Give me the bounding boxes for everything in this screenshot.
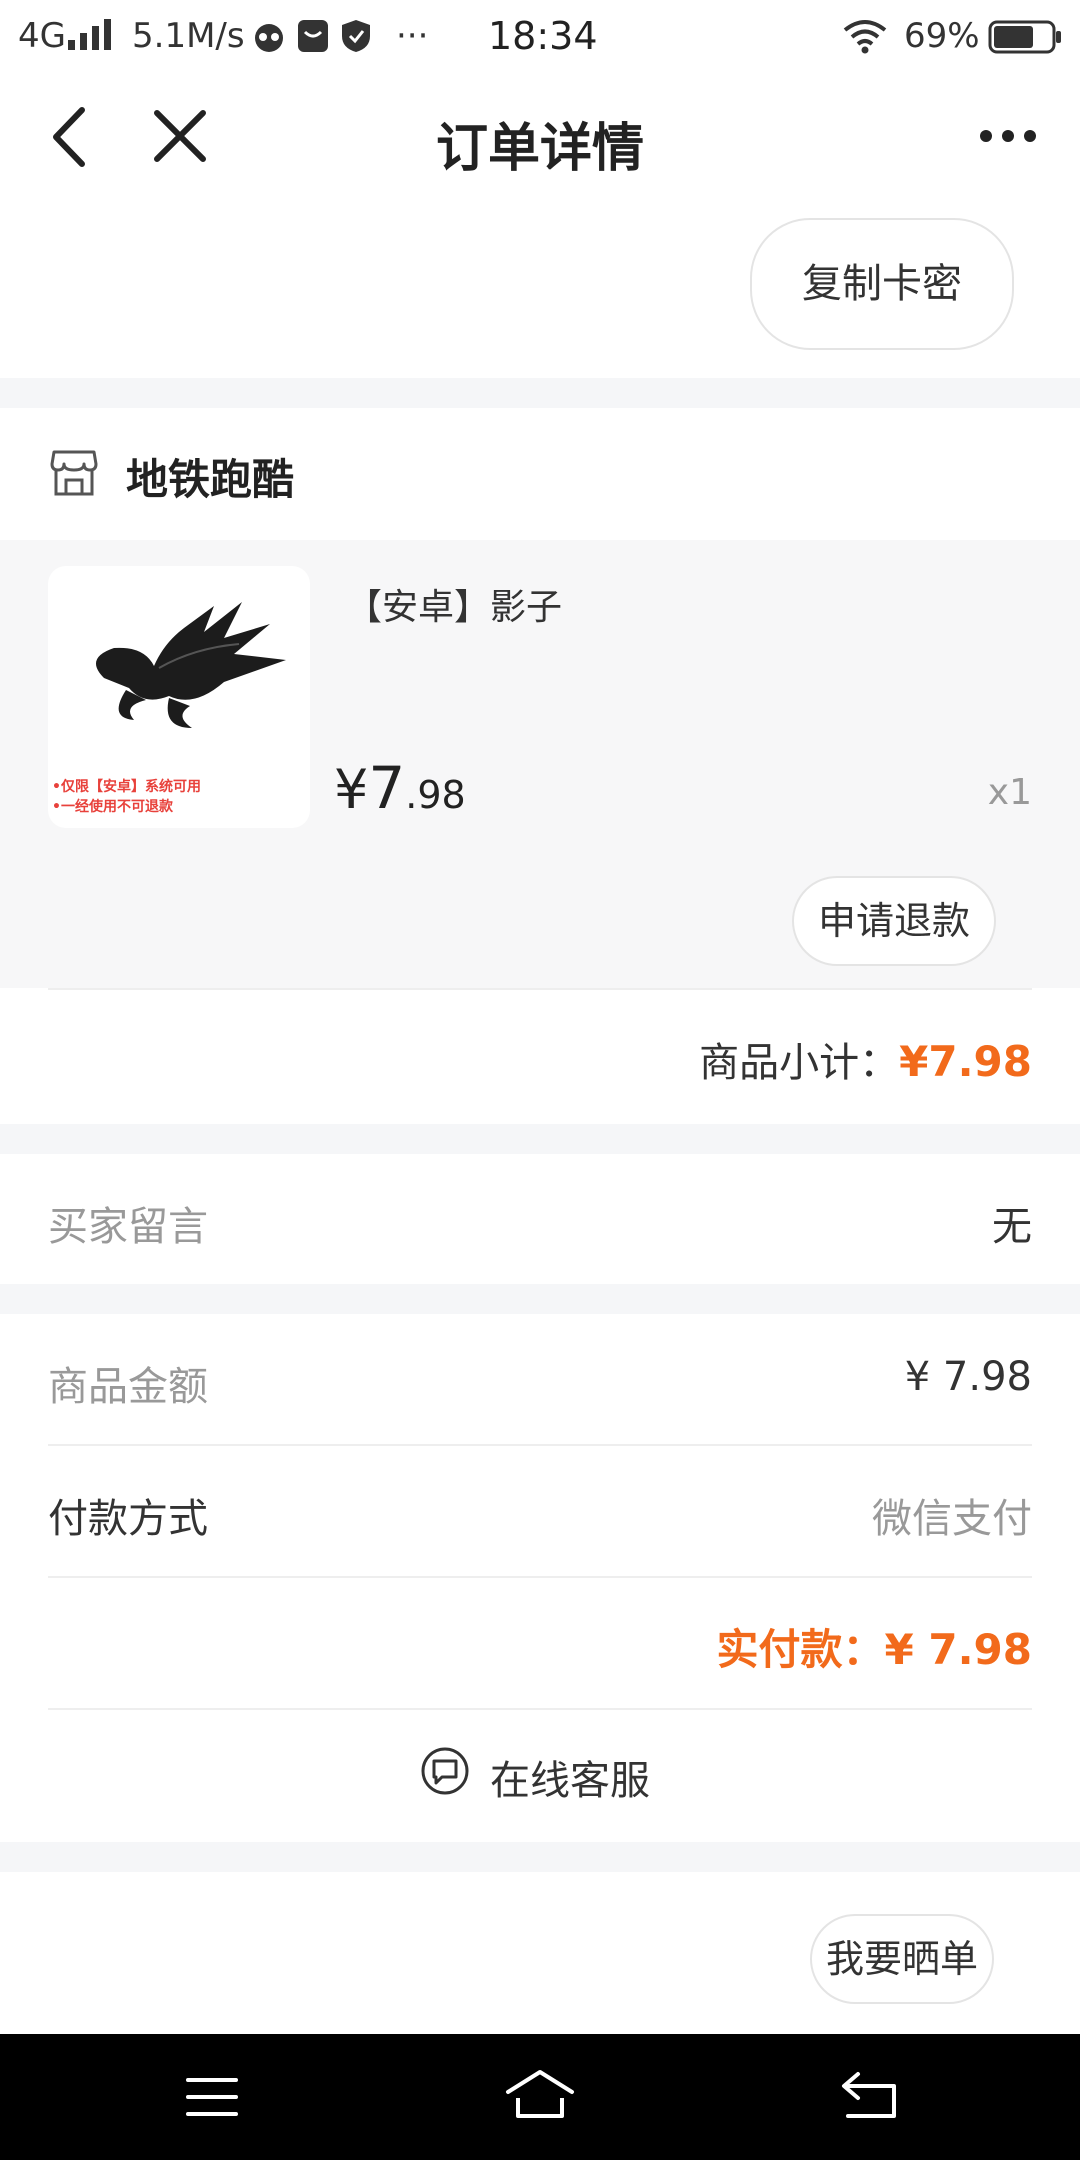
amount-label: 商品金额 bbox=[48, 1364, 208, 1410]
price-integer: 7 bbox=[368, 754, 406, 822]
copy-card-section: 复制卡密 bbox=[0, 202, 1080, 378]
payment-label: 付款方式 bbox=[48, 1496, 208, 1542]
store-icon bbox=[50, 450, 98, 496]
product-title[interactable]: 【安卓】影子 bbox=[346, 578, 562, 630]
price-decimal: .98 bbox=[405, 773, 466, 817]
system-nav-bar bbox=[0, 2034, 1080, 2160]
message-app-icon bbox=[298, 20, 328, 52]
product-price: ¥7.98 bbox=[334, 754, 466, 822]
home-icon[interactable] bbox=[504, 2068, 576, 2122]
share-section: 我要晒单 bbox=[0, 1872, 1080, 2034]
image-note-1: •仅限【安卓】系统可用 bbox=[52, 779, 201, 795]
cat-app-icon bbox=[255, 24, 283, 52]
status-overflow: ··· bbox=[396, 16, 429, 56]
network-type: 4G bbox=[18, 16, 66, 56]
subtotal: 商品小计：¥7.98 bbox=[699, 1030, 1032, 1088]
subtotal-value: ¥7.98 bbox=[899, 1037, 1032, 1086]
payment-section: 商品金额 ¥ 7.98 付款方式 微信支付 实付款：¥ 7.98 在线客服 bbox=[0, 1314, 1080, 1842]
nav-header: 订单详情 bbox=[0, 76, 1080, 202]
payment-value: 微信支付 bbox=[872, 1496, 1032, 1542]
product-image[interactable]: •仅限【安卓】系统可用 •一经使用不可退款 bbox=[48, 566, 310, 828]
battery-icon bbox=[988, 20, 1061, 54]
amount-value: ¥ 7.98 bbox=[904, 1354, 1032, 1400]
buyer-message-row: 买家留言 无 bbox=[0, 1154, 1080, 1284]
buyer-message-value: 无 bbox=[992, 1204, 1032, 1250]
battery-percent: 69% bbox=[904, 16, 980, 56]
signal-icon bbox=[68, 19, 111, 50]
shadow-glove-icon bbox=[96, 602, 286, 728]
status-bar: 4G 5.1M/s ··· 18:34 69% bbox=[0, 0, 1080, 76]
price-currency: ¥ bbox=[334, 758, 369, 821]
page-title: 订单详情 bbox=[435, 119, 644, 179]
clock: 18:34 bbox=[488, 14, 598, 58]
chat-icon bbox=[421, 1747, 469, 1795]
back-nav-icon[interactable] bbox=[838, 2070, 902, 2122]
share-order-button[interactable]: 我要晒单 bbox=[810, 1914, 994, 2004]
paid-amount: 实付款：¥ 7.98 bbox=[716, 1625, 1032, 1674]
wifi-icon bbox=[843, 20, 887, 54]
shop-header: 地铁跑酷 bbox=[0, 408, 1080, 540]
shop-name[interactable]: 地铁跑酷 bbox=[126, 446, 294, 507]
more-icon[interactable] bbox=[978, 128, 1038, 144]
buyer-message-label: 买家留言 bbox=[48, 1204, 208, 1250]
shield-icon bbox=[342, 20, 370, 52]
network-speed: 5.1M/s bbox=[132, 16, 245, 56]
online-service-label: 在线客服 bbox=[490, 1758, 650, 1804]
subtotal-label: 商品小计： bbox=[699, 1040, 900, 1086]
image-note-2: •一经使用不可退款 bbox=[52, 799, 173, 815]
copy-card-button[interactable]: 复制卡密 bbox=[750, 218, 1014, 350]
menu-icon[interactable] bbox=[184, 2074, 240, 2120]
subtotal-section: 商品小计：¥7.98 bbox=[0, 988, 1080, 1124]
product-quantity: x1 bbox=[987, 772, 1032, 813]
product-card[interactable]: •仅限【安卓】系统可用 •一经使用不可退款 【安卓】影子 ¥7.98 x1 申请… bbox=[0, 540, 1080, 988]
refund-button[interactable]: 申请退款 bbox=[792, 876, 996, 966]
